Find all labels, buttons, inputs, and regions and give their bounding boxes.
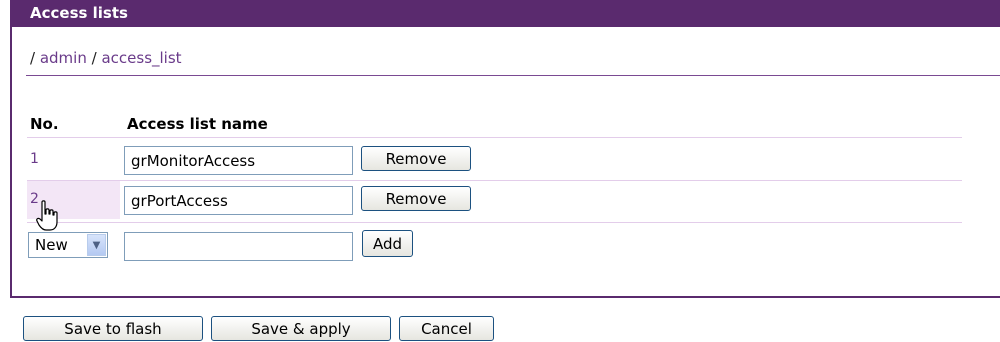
select-value: New bbox=[35, 236, 68, 254]
header-divider bbox=[27, 137, 962, 138]
cancel-button[interactable]: Cancel bbox=[399, 316, 494, 341]
remove-button[interactable]: Remove bbox=[361, 146, 471, 171]
breadcrumb: / admin / access_list bbox=[30, 49, 182, 67]
row-divider bbox=[27, 222, 962, 223]
access-list-name-input[interactable] bbox=[124, 146, 353, 175]
row-number-link[interactable]: 1 bbox=[30, 151, 39, 167]
access-list-name-input[interactable] bbox=[124, 186, 353, 215]
panel-title: Access lists bbox=[10, 0, 1000, 27]
hand-pointer-icon bbox=[36, 200, 58, 231]
breadcrumb-access-list-link[interactable]: access_list bbox=[101, 49, 181, 67]
row-divider bbox=[27, 180, 962, 181]
new-access-list-input[interactable] bbox=[124, 232, 353, 261]
save-to-flash-button[interactable]: Save to flash bbox=[23, 316, 203, 341]
save-apply-button[interactable]: Save & apply bbox=[211, 316, 391, 341]
remove-button[interactable]: Remove bbox=[361, 186, 471, 211]
breadcrumb-divider bbox=[26, 75, 1000, 76]
column-header-no: No. bbox=[30, 115, 59, 133]
new-entry-select[interactable]: New ▼ bbox=[28, 232, 108, 258]
add-button[interactable]: Add bbox=[362, 230, 413, 257]
chevron-down-icon[interactable]: ▼ bbox=[87, 234, 106, 256]
column-header-name: Access list name bbox=[127, 115, 268, 133]
breadcrumb-separator: / bbox=[91, 49, 97, 67]
breadcrumb-separator: / bbox=[30, 49, 36, 67]
breadcrumb-admin-link[interactable]: admin bbox=[40, 49, 87, 67]
